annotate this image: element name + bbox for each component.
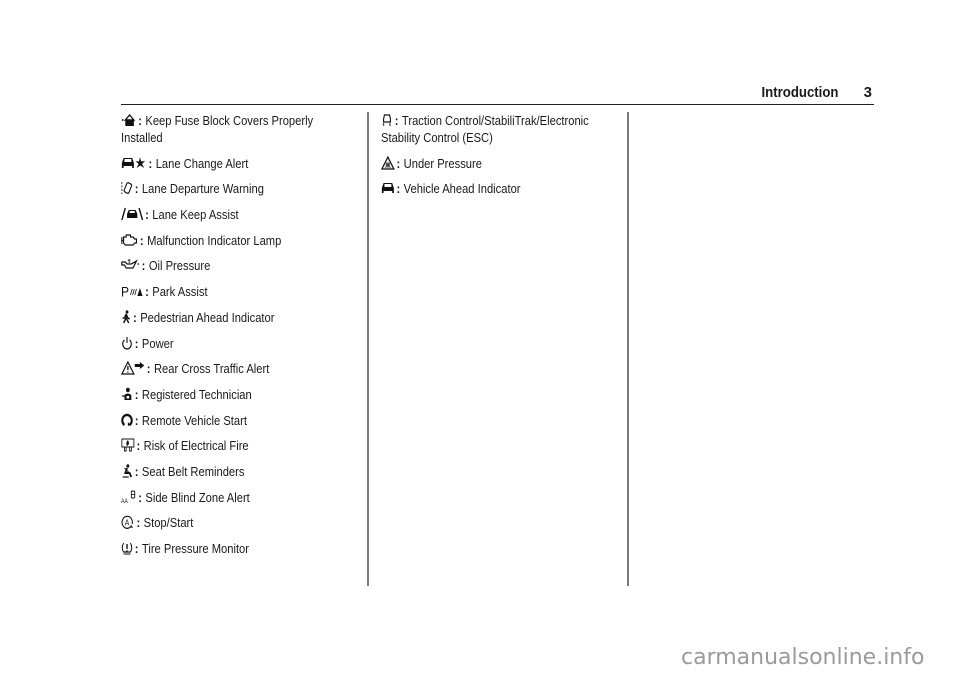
separator-colon: :: [138, 113, 142, 128]
separator-colon: :: [145, 207, 149, 223]
separator-colon: :: [396, 155, 401, 171]
column-divider: [367, 112, 369, 586]
separator-colon: :: [394, 113, 399, 128]
park-assist-icon: P: [121, 284, 143, 298]
separator-colon: :: [134, 181, 139, 197]
symbol-entry: : Lane Change Alert: [121, 155, 350, 172]
symbol-entry: : Oil Pressure: [121, 257, 350, 274]
separator-colon: :: [145, 284, 149, 300]
svg-text:A: A: [125, 518, 130, 528]
symbol-label: Lane Change Alert: [155, 155, 249, 171]
symbol-label: Remote Vehicle Start: [141, 412, 247, 428]
symbol-label: Under Pressure: [403, 155, 482, 171]
symbol-label: Oil Pressure: [148, 258, 211, 274]
symbol-label: Lane Departure Warning: [141, 181, 264, 197]
left-column: : Keep Fuse Block Covers Properly Install…: [121, 112, 351, 566]
separator-colon: :: [133, 309, 137, 325]
symbol-entry: : Lane Departure Warning: [121, 180, 350, 197]
symbol-label: Stop/Start: [143, 515, 194, 531]
symbol-label: Malfunction Indicator Lamp: [147, 232, 282, 248]
under-pressure-icon: [381, 155, 395, 170]
svg-text:P: P: [121, 284, 129, 298]
separator-colon: :: [146, 361, 151, 377]
symbol-label: Tire Pressure Monitor: [141, 541, 250, 556]
page-number: 3: [863, 84, 872, 101]
oil-can-icon: [121, 258, 140, 272]
symbol-entry: : Remote Vehicle Start: [121, 412, 350, 429]
symbol-entry: AA: Side Blind Zone Alert: [121, 489, 350, 506]
symbol-entry: : Seat Belt Reminders: [121, 463, 350, 480]
symbol-label: Power: [141, 335, 174, 351]
symbol-label: Rear Cross Traffic Alert: [153, 361, 270, 377]
fuse-block-cover-icon: [121, 113, 136, 127]
separator-colon: :: [134, 541, 139, 556]
symbol-entry: : Traction Control/StabiliTrak/Electronic…: [381, 112, 615, 146]
tire-pressure-icon: [121, 541, 133, 555]
symbol-entry: : Tire Pressure Monitor: [121, 540, 350, 557]
symbol-label: Keep Fuse Block Covers Properly Installe…: [121, 113, 314, 145]
separator-colon: :: [134, 463, 139, 479]
separator-colon: :: [396, 181, 401, 197]
symbol-label: Registered Technician: [141, 386, 252, 402]
seat-belt-icon: [121, 464, 133, 478]
separator-colon: :: [136, 515, 141, 531]
symbol-entry: : Lane Keep Assist: [121, 206, 350, 223]
technician-icon: [121, 387, 133, 401]
symbol-entry: : Vehicle Ahead Indicator: [381, 180, 615, 197]
symbol-label: Park Assist: [152, 284, 208, 300]
column-divider: [627, 112, 629, 586]
lane-keep-assist-icon: [121, 207, 144, 221]
symbol-entry: A: Stop/Start: [121, 514, 350, 531]
power-icon: [121, 336, 133, 350]
separator-colon: :: [136, 438, 141, 454]
symbol-entry: : Keep Fuse Block Covers Properly Install…: [121, 112, 350, 146]
rear-cross-traffic-icon: [121, 361, 145, 375]
pedestrian-icon: [121, 310, 131, 324]
side-blind-zone-icon: AA: [121, 490, 136, 504]
engine-malfunction-icon: [121, 233, 138, 247]
separator-colon: :: [138, 489, 142, 505]
electrical-fire-icon: [121, 438, 135, 452]
symbol-label: Traction Control/StabiliTrak/Electronic …: [381, 113, 589, 145]
symbol-entry: : Under Pressure: [381, 155, 615, 172]
separator-colon: :: [134, 335, 139, 351]
lane-change-alert-icon: [121, 156, 147, 170]
symbol-entry: : Pedestrian Ahead Indicator: [121, 309, 350, 326]
symbol-label: Lane Keep Assist: [152, 207, 239, 223]
symbol-entry: : Risk of Electrical Fire: [121, 437, 350, 454]
symbol-label: Seat Belt Reminders: [141, 463, 245, 479]
separator-colon: :: [148, 155, 153, 171]
page-header: Introduction 3: [121, 84, 874, 105]
symbol-entry: P: Park Assist: [121, 283, 350, 300]
stop-start-icon: A: [121, 515, 135, 530]
watermark: carmanualsonline.info: [681, 645, 925, 670]
symbol-label: Pedestrian Ahead Indicator: [140, 309, 275, 325]
vehicle-ahead-icon: [381, 181, 395, 195]
symbol-entry: : Registered Technician: [121, 386, 350, 403]
symbol-label: Risk of Electrical Fire: [143, 438, 249, 454]
separator-colon: :: [139, 232, 144, 248]
symbol-entry: : Power: [121, 335, 350, 352]
traction-control-icon: [381, 113, 393, 127]
separator-colon: :: [141, 258, 146, 274]
lane-departure-warning-icon: [121, 181, 133, 195]
symbol-entry: : Malfunction Indicator Lamp: [121, 232, 350, 249]
symbol-entry: : Rear Cross Traffic Alert: [121, 360, 350, 377]
svg-text:AA: AA: [121, 498, 128, 503]
separator-colon: :: [134, 412, 139, 428]
middle-column: : Traction Control/StabiliTrak/Electronic…: [381, 112, 616, 206]
separator-colon: :: [134, 386, 139, 402]
remote-start-icon: [121, 413, 133, 427]
symbol-label: Side Blind Zone Alert: [145, 489, 250, 505]
symbol-label: Vehicle Ahead Indicator: [403, 181, 521, 197]
section-title: Introduction: [761, 84, 838, 101]
